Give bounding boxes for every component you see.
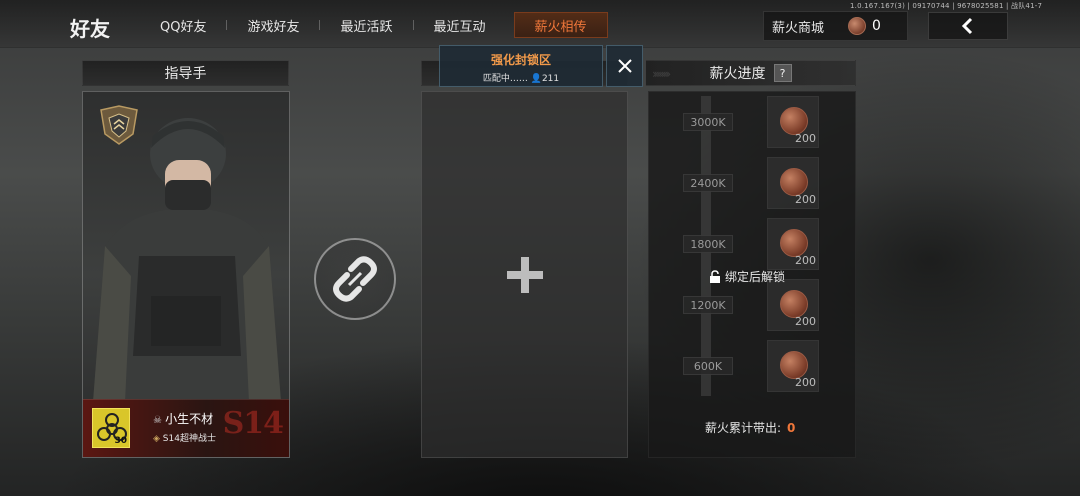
season-mark: S14 xyxy=(222,406,284,441)
coin-icon xyxy=(848,17,867,35)
progress-card: 3000K 2400K 1800K 1200K 600K 200 200 200… xyxy=(648,91,856,458)
reward-amount: 200 xyxy=(795,315,816,328)
reward-item[interactable]: 200 xyxy=(767,340,819,392)
reward-item[interactable]: 200 xyxy=(767,279,819,331)
plus-icon xyxy=(506,256,543,293)
match-status-row: 匹配中…… 👤211 xyxy=(440,71,602,84)
title-medal-icon: ◈ xyxy=(153,434,163,444)
player-name-row: ☠ 小生不材 xyxy=(153,410,213,427)
player-name: 小生不材 xyxy=(165,412,214,426)
total-label: 薪火累计带出: xyxy=(705,421,782,435)
tab-mentorship[interactable]: 薪火相传 xyxy=(513,12,608,38)
coin-icon xyxy=(780,107,808,135)
tab-qq-friends[interactable]: QQ好友 xyxy=(140,12,226,38)
player-level: 30 xyxy=(114,436,127,446)
lock-note: 绑定后解锁 xyxy=(709,268,785,285)
tab-recently-active[interactable]: 最近活跃 xyxy=(320,12,412,38)
chevron-left-icon xyxy=(961,17,973,35)
lock-icon xyxy=(710,270,720,283)
person-icon: 👤 xyxy=(530,74,542,84)
add-partner-slot[interactable] xyxy=(421,91,628,458)
link-emblem xyxy=(314,238,396,320)
coin-icon xyxy=(780,229,808,257)
shop-button[interactable]: 薪火商城 0 xyxy=(763,11,908,41)
close-icon xyxy=(617,59,632,73)
total-value: 0 xyxy=(787,421,796,435)
close-button[interactable] xyxy=(606,45,643,87)
coin-icon xyxy=(780,168,808,196)
tab-recent-interaction[interactable]: 最近互动 xyxy=(414,12,506,38)
help-button[interactable]: ? xyxy=(773,64,792,82)
version-text: 1.0.167.167(3) | 09170744 | 9678025581 |… xyxy=(850,2,1043,10)
tier-label: 2400K xyxy=(683,174,733,192)
mentor-header: 指导手 xyxy=(82,60,289,86)
coin-icon xyxy=(780,290,808,318)
player-title: S14超神战士 xyxy=(162,434,216,444)
reward-item[interactable]: 200 xyxy=(767,157,819,209)
tier-label: 600K xyxy=(683,357,733,375)
reward-amount: 200 xyxy=(795,132,816,145)
matchmaking-popup[interactable]: 强化封锁区 匹配中…… 👤211 xyxy=(439,45,603,87)
total-carried-out: 薪火累计带出: 0 xyxy=(705,419,795,436)
broken-link-icon xyxy=(333,256,377,302)
reward-amount: 200 xyxy=(795,376,816,389)
reward-item[interactable]: 200 xyxy=(767,218,819,270)
tier-label: 1800K xyxy=(683,235,733,253)
progress-title: 薪火进度 xyxy=(709,66,766,82)
mentor-card[interactable]: 30 S14 ☠ 小生不材 ◈ S14超神战士 xyxy=(82,91,290,458)
shop-coin-count: 0 xyxy=(872,18,881,34)
player-avatar[interactable]: 30 xyxy=(92,408,130,448)
skull-icon: ☠ xyxy=(153,415,166,426)
player-title-row: ◈ S14超神战士 xyxy=(153,431,216,444)
tab-game-friends[interactable]: 游戏好友 xyxy=(227,12,319,38)
page-title: 好友 xyxy=(70,17,110,41)
tier-label: 3000K xyxy=(683,113,733,131)
player-info-bar: 30 S14 ☠ 小生不材 ◈ S14超神战士 xyxy=(83,399,289,457)
tab-bar: QQ好友 游戏好友 最近活跃 最近互动 薪火相传 xyxy=(140,12,608,38)
tier-label: 1200K xyxy=(683,296,733,314)
reward-amount: 200 xyxy=(795,193,816,206)
match-mode: 强化封锁区 xyxy=(490,53,551,67)
match-status: 匹配中…… xyxy=(482,74,531,84)
coin-icon xyxy=(780,351,808,379)
shop-label: 薪火商城 xyxy=(772,20,825,36)
soldier-character-image xyxy=(93,118,281,402)
chevron-decoration-icon: ››››››››› xyxy=(652,67,671,81)
progress-header: ››››››››› 薪火进度 ? xyxy=(645,60,856,86)
match-player-count: 211 xyxy=(541,74,560,84)
back-button[interactable] xyxy=(928,12,1008,40)
reward-item[interactable]: 200 xyxy=(767,96,819,148)
lock-note-text: 绑定后解锁 xyxy=(725,270,786,284)
reward-amount: 200 xyxy=(795,254,816,267)
